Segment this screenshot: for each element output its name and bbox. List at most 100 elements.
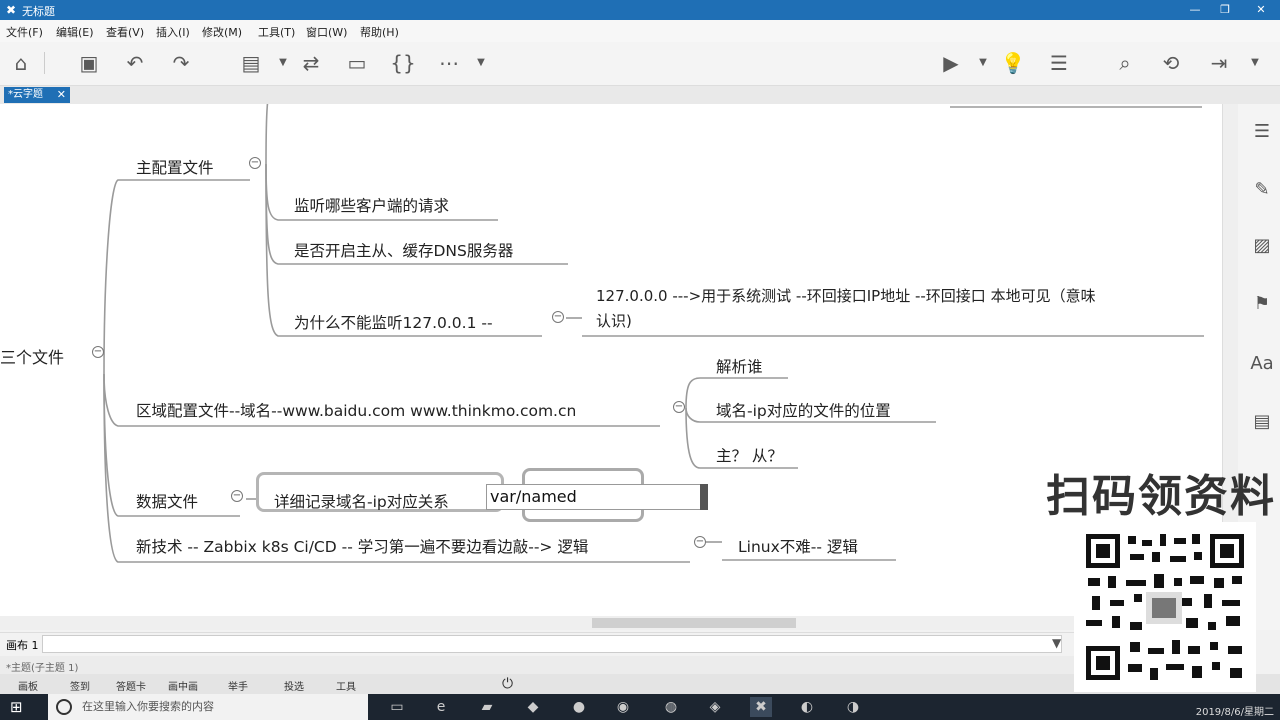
dock-raise-hand[interactable]: 举手: [228, 678, 248, 693]
window-title: 无标题: [22, 5, 55, 18]
app-icon-2[interactable]: ●: [568, 697, 590, 717]
topic-new-tech[interactable]: 新技术 -- Zabbix k8s Ci/CD -- 学习第一遍不要边看边敲--…: [136, 535, 588, 557]
collapse-icon[interactable]: −: [249, 157, 261, 169]
close-tab-icon[interactable]: ✕: [57, 87, 66, 103]
minimize-icon[interactable]: —: [1180, 0, 1210, 20]
menu-modify[interactable]: 修改(M): [202, 24, 242, 40]
home-icon[interactable]: ⌂: [8, 50, 34, 76]
qr-code: [1074, 522, 1256, 692]
topic-master-or-slave[interactable]: 主？ 从？: [716, 444, 783, 466]
app-icon-4[interactable]: ◍: [660, 697, 682, 717]
more-icon[interactable]: ⋯: [436, 50, 462, 76]
topic-data-file[interactable]: 数据文件: [136, 490, 198, 512]
topic-loopback-note-line2[interactable]: 认识): [596, 310, 632, 331]
presentation-icon[interactable]: ▶: [938, 50, 964, 76]
topic-edit-input[interactable]: var/named: [486, 484, 704, 510]
maximize-icon[interactable]: ❐: [1210, 0, 1240, 20]
notes-panel-icon[interactable]: ▤: [1248, 408, 1276, 436]
menu-help[interactable]: 帮助(H): [360, 24, 399, 40]
collapse-icon[interactable]: −: [231, 490, 243, 502]
taskbar: ⊞ 在这里输入你要搜索的内容 ▭ e ▰ ◆ ● ◉ ◍ ◈ ✖ ◐ ◑ 201…: [0, 694, 1280, 720]
menu-bar: 文件(F) 编辑(E) 查看(V) 插入(I) 修改(M) 工具(T) 窗口(W…: [0, 20, 1280, 42]
share-icon[interactable]: ⟲: [1158, 50, 1184, 76]
dock-whiteboard[interactable]: 画板: [18, 678, 38, 693]
app-icon-3[interactable]: ◉: [612, 697, 634, 717]
marker-panel-icon[interactable]: ⚑: [1248, 290, 1276, 318]
undo-icon[interactable]: ↶: [122, 50, 148, 76]
dock-pip[interactable]: 画中画: [168, 678, 198, 693]
app-icon-5[interactable]: ◈: [704, 697, 726, 717]
topic-master-slave[interactable]: 是否开启主从、缓存DNS服务器: [294, 239, 513, 261]
status-text: *主题(子主题 1): [6, 663, 79, 674]
save-icon[interactable]: ▣: [76, 50, 102, 76]
menu-tools[interactable]: 工具(T): [258, 24, 295, 40]
scrollbar-thumb[interactable]: [592, 618, 796, 628]
menu-edit[interactable]: 编辑(E): [56, 24, 94, 40]
style-panel-icon[interactable]: Aa: [1248, 350, 1276, 378]
dock-answer-card[interactable]: 答题卡: [116, 678, 146, 693]
task-view-icon[interactable]: ▭: [386, 697, 408, 717]
outline-panel-icon[interactable]: ☰: [1248, 118, 1276, 146]
app-icon-1[interactable]: ◆: [522, 697, 544, 717]
toolbar-divider: [44, 52, 45, 74]
dock-tools[interactable]: 工具: [336, 678, 356, 693]
app-logo-icon: ✖: [5, 3, 17, 17]
image-panel-icon[interactable]: ▨: [1248, 232, 1276, 260]
search-icon[interactable]: ⌕: [1112, 50, 1138, 76]
topic-main-config[interactable]: 主配置文件: [136, 156, 214, 178]
windows-start-icon[interactable]: ⊞: [10, 698, 28, 716]
collapse-icon[interactable]: −: [694, 536, 706, 548]
app-icon-6[interactable]: ◐: [796, 697, 818, 717]
menu-insert[interactable]: 插入(I): [156, 24, 190, 40]
power-icon[interactable]: ⏻: [502, 676, 513, 692]
chevron-down-icon[interactable]: ▼: [468, 50, 494, 76]
dock-vote[interactable]: 投选: [284, 678, 304, 693]
topic-linux-not-hard[interactable]: Linux不难-- 逻辑: [738, 535, 858, 557]
sheet-tab[interactable]: 画布 1: [6, 637, 39, 653]
sheet-filter-field[interactable]: [42, 635, 1062, 653]
collapse-icon[interactable]: −: [552, 311, 564, 323]
collapse-icon[interactable]: −: [92, 346, 104, 358]
mindmap-canvas[interactable]: 三个文件 − 主配置文件 − 监听哪些客户端的请求 是否开启主从、缓存DNS服务…: [0, 104, 1222, 630]
topic-loopback-note-line1[interactable]: 127.0.0.0 --->用于系统测试 --环回接口IP地址 --环回接口 本…: [596, 285, 1096, 306]
topic-file-location[interactable]: 域名-ip对应的文件的位置: [716, 399, 891, 421]
xmind-taskbar-icon[interactable]: ✖: [750, 697, 772, 717]
boundary-icon[interactable]: {}: [390, 50, 416, 76]
collapse-icon[interactable]: −: [673, 401, 685, 413]
export-icon[interactable]: ⇥: [1206, 50, 1232, 76]
chevron-down-icon[interactable]: ▼: [270, 50, 296, 76]
menu-window[interactable]: 窗口(W): [306, 24, 347, 40]
edge-browser-icon[interactable]: e: [430, 697, 452, 717]
topic-zone-config[interactable]: 区域配置文件--域名--www.baidu.com www.thinkmo.co…: [136, 399, 576, 421]
topic-why-not-loopback[interactable]: 为什么不能监听127.0.0.1 --: [294, 311, 493, 333]
topic-resolve-who[interactable]: 解析谁: [716, 355, 763, 377]
topic-listen-clients[interactable]: 监听哪些客户端的请求: [294, 194, 449, 216]
chevron-down-icon[interactable]: ▼: [970, 50, 996, 76]
menu-view[interactable]: 查看(V): [106, 24, 144, 40]
search-placeholder: 在这里输入你要搜索的内容: [82, 700, 214, 713]
app-window: ✖ 无标题 — ❐ ✕ 文件(F) 编辑(E) 查看(V) 插入(I) 修改(M…: [0, 0, 1280, 720]
app-icon-7[interactable]: ◑: [842, 697, 864, 717]
close-icon[interactable]: ✕: [1246, 0, 1276, 20]
file-explorer-icon[interactable]: ▰: [476, 697, 498, 717]
toolbar: ⌂ ▣ ↶ ↷ ▤ ▼ ⇄ ▭ {} ⋯ ▼ ▶ ▼ 💡 ☰ ⌕ ⟲ ⇥ ▼: [0, 42, 1280, 86]
filter-icon[interactable]: ▼: [1052, 636, 1061, 650]
horizontal-scrollbar[interactable]: [0, 616, 1222, 630]
dock-checkin[interactable]: 签到: [70, 678, 90, 693]
chevron-down-icon[interactable]: ▼: [1242, 50, 1268, 76]
format-panel-icon[interactable]: ✎: [1248, 176, 1276, 204]
edit-resize-handle[interactable]: [700, 484, 708, 510]
redo-icon[interactable]: ↷: [168, 50, 194, 76]
status-bar: *主题(子主题 1): [0, 656, 1080, 674]
insert-topic-icon[interactable]: ▤: [238, 50, 264, 76]
edit-input-value: var/named: [490, 487, 577, 506]
topic-record-mapping[interactable]: 详细记录域名-ip对应关系: [274, 490, 449, 512]
tab-document[interactable]: *云字题 ✕: [4, 87, 70, 103]
menu-file[interactable]: 文件(F): [6, 24, 43, 40]
summary-icon[interactable]: ▭: [344, 50, 370, 76]
outline-icon[interactable]: ☰: [1046, 50, 1072, 76]
lightbulb-icon[interactable]: 💡: [1000, 50, 1026, 76]
root-topic[interactable]: 三个文件: [0, 344, 64, 368]
taskbar-search[interactable]: 在这里输入你要搜索的内容: [48, 694, 368, 720]
relationship-icon[interactable]: ⇄: [298, 50, 324, 76]
